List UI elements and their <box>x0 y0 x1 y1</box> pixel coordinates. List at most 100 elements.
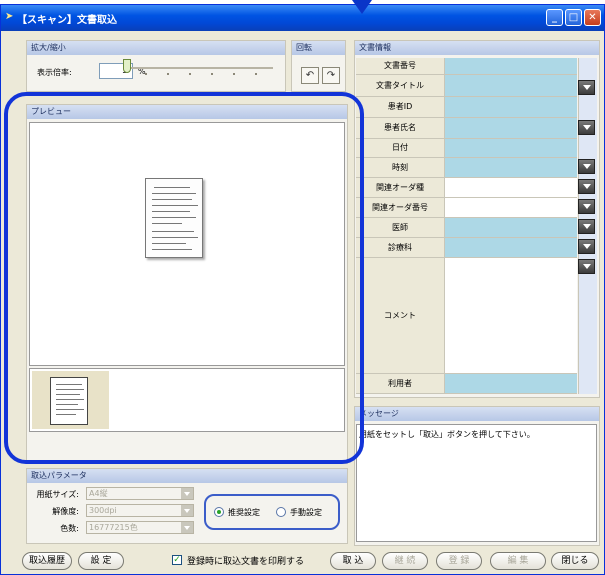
label-doctor: 医師 <box>356 218 445 237</box>
field-order-number[interactable] <box>445 198 577 217</box>
doc-title-dropdown-button[interactable] <box>578 80 595 95</box>
message-box: 用紙をセットし「取込」ボタンを押して下さい。 <box>356 424 597 542</box>
order-number-dropdown-button[interactable] <box>578 199 595 214</box>
field-doc-number[interactable] <box>445 58 577 74</box>
window-title: 【スキャン】文書取込 <box>17 15 117 26</box>
title-bar[interactable]: ➤ 【スキャン】文書取込 _ □ ✕ <box>1 5 604 31</box>
doc-text-line <box>152 249 192 250</box>
row-doctor: 医師 <box>356 218 577 238</box>
resolution-select[interactable]: 300dpi <box>86 504 194 517</box>
color-depth-label: 色数: <box>60 524 79 533</box>
row-comment: コメント <box>356 258 577 374</box>
slider-tick <box>189 73 191 75</box>
capture-history-button[interactable]: 取込履歴 <box>22 552 72 570</box>
patient-name-dropdown-button[interactable] <box>578 120 595 135</box>
label-doc-number: 文書番号 <box>356 58 445 74</box>
thumb-text-line <box>56 394 80 395</box>
slider-tick <box>233 73 235 75</box>
color-depth-value: 16777215色 <box>89 523 138 532</box>
slider-tick <box>145 73 147 75</box>
field-department[interactable] <box>445 238 577 257</box>
slider-tick <box>255 73 257 75</box>
settings-button[interactable]: 設 定 <box>78 552 124 570</box>
thumb-text-line <box>56 414 76 415</box>
label-time: 時刻 <box>356 158 445 177</box>
radio-recommended[interactable] <box>214 507 224 517</box>
capture-button[interactable]: 取 込 <box>330 552 376 570</box>
doc-text-line <box>152 237 198 238</box>
field-patient-name[interactable] <box>445 118 577 138</box>
paper-size-value: A4縦 <box>89 489 108 498</box>
thumbnail-strip[interactable] <box>29 368 345 432</box>
preview-panel-header: プレビュー <box>27 105 347 119</box>
chevron-down-icon <box>181 522 193 533</box>
doctor-dropdown-button[interactable] <box>578 219 595 234</box>
field-date[interactable] <box>445 139 577 157</box>
department-dropdown-button[interactable] <box>578 239 595 254</box>
slider-tick <box>211 73 213 75</box>
row-department: 診療科 <box>356 238 577 258</box>
app-icon: ➤ <box>5 11 14 22</box>
row-patient-name: 患者氏名 <box>356 118 577 139</box>
field-user[interactable] <box>445 374 577 393</box>
radio-manual[interactable] <box>276 507 286 517</box>
edit-button[interactable]: 編 集 <box>490 552 546 570</box>
doc-text-line <box>152 205 198 206</box>
zoom-panel: 拡大/縮小 表示倍率: 5 % <box>26 40 286 92</box>
label-comment: コメント <box>356 258 445 373</box>
zoom-label: 表示倍率: <box>37 68 72 77</box>
order-type-dropdown-button[interactable] <box>578 179 595 194</box>
row-order-type: 関連オーダ種 <box>356 178 577 198</box>
thumb-text-line <box>56 409 84 410</box>
field-doctor[interactable] <box>445 218 577 237</box>
paper-size-select[interactable]: A4縦 <box>86 487 194 500</box>
field-doc-title[interactable] <box>445 75 577 96</box>
paper-size-label: 用紙サイズ: <box>36 490 79 499</box>
close-window-button[interactable]: ✕ <box>584 9 601 26</box>
rotation-panel: 回転 ↶ ↷ <box>291 40 346 92</box>
zoom-slider-track[interactable] <box>129 67 273 69</box>
label-user: 利用者 <box>356 374 445 393</box>
document-info-table: 文書番号 文書タイトル 患者ID 患者氏名 日付 時刻 関連オーダ種 関連オーダ… <box>356 58 577 394</box>
field-order-type[interactable] <box>445 178 577 197</box>
doc-text-line <box>152 231 194 232</box>
maximize-button[interactable]: □ <box>565 9 582 26</box>
label-order-type: 関連オーダ種 <box>356 178 445 197</box>
field-comment[interactable] <box>445 258 577 373</box>
thumb-text-line <box>56 404 78 405</box>
row-user: 利用者 <box>356 374 577 394</box>
date-dropdown-button[interactable] <box>578 159 595 174</box>
register-button[interactable]: 登 録 <box>436 552 482 570</box>
thumb-text-line <box>56 399 84 400</box>
label-department: 診療科 <box>356 238 445 257</box>
rotate-left-icon[interactable]: ↶ <box>301 67 319 84</box>
row-time: 時刻 <box>356 158 577 178</box>
continue-button[interactable]: 継 続 <box>382 552 428 570</box>
thumb-text-line <box>56 384 82 385</box>
doc-text-line <box>152 223 182 224</box>
scanned-document-preview <box>145 178 203 258</box>
close-button[interactable]: 閉じる <box>551 552 599 570</box>
field-patient-id[interactable] <box>445 97 577 117</box>
comment-dropdown-button[interactable] <box>578 259 595 274</box>
row-date: 日付 <box>356 139 577 158</box>
label-patient-id: 患者ID <box>356 97 445 117</box>
rotate-right-icon[interactable]: ↷ <box>322 67 340 84</box>
minimize-button[interactable]: _ <box>546 9 563 26</box>
print-on-register-checkbox[interactable]: ✓ <box>172 555 182 565</box>
zoom-panel-header: 拡大/縮小 <box>27 41 285 55</box>
doc-text-line <box>152 193 196 194</box>
color-depth-select[interactable]: 16777215色 <box>86 521 194 534</box>
page-thumbnail[interactable] <box>32 371 109 429</box>
label-doc-title: 文書タイトル <box>356 75 445 96</box>
row-patient-id: 患者ID <box>356 97 577 118</box>
doc-text-line <box>152 199 192 200</box>
zoom-slider-thumb[interactable] <box>123 59 131 73</box>
params-panel-header: 取込パラメータ <box>27 469 347 483</box>
field-time[interactable] <box>445 158 577 177</box>
row-doc-number: 文書番号 <box>356 58 577 75</box>
print-on-register-label: 登録時に取込文書を印刷する <box>187 557 305 567</box>
chevron-down-icon <box>181 505 193 516</box>
resolution-value: 300dpi <box>89 506 117 515</box>
label-date: 日付 <box>356 139 445 157</box>
